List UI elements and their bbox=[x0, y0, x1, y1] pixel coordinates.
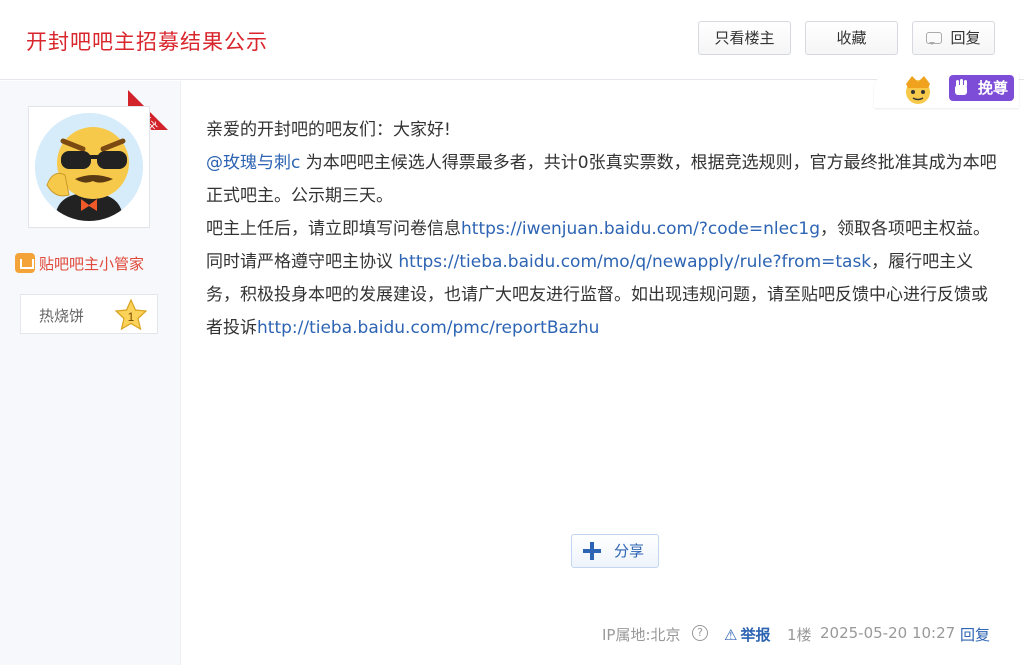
post-paragraph-2-text: 为本吧吧主候选人得票最多者，共计0张真实票数，根据竞选规则，官方最终批准其成为本… bbox=[206, 153, 997, 206]
avatar-image bbox=[35, 113, 143, 221]
post-paragraph-3: 吧主上任后，请立即填写问卷信息https://iwenjuan.baidu.co… bbox=[206, 213, 1002, 345]
report-label: 举报 bbox=[740, 626, 771, 644]
report-link[interactable]: ⚠ 举报 bbox=[724, 624, 770, 645]
help-icon[interactable]: ? bbox=[692, 625, 708, 641]
post-paragraph-2: @玫瑰与刺c 为本吧吧主候选人得票最多者，共计0张真实票数，根据竞选规则，官方最… bbox=[206, 147, 1002, 213]
post-content: 亲爱的开封吧的吧友们：大家好! @玫瑰与刺c 为本吧吧主候选人得票最多者，共计0… bbox=[206, 114, 1002, 345]
tieba-manager-label[interactable]: 贴吧吧主小管家 bbox=[15, 253, 144, 274]
star-level-icon: 1 bbox=[115, 299, 147, 331]
thread-title: 开封吧吧主招募结果公示 bbox=[26, 30, 268, 54]
tip-button[interactable]: 挽尊 bbox=[949, 75, 1014, 101]
only-louzhu-button[interactable]: 只看楼主 bbox=[698, 21, 791, 55]
badge-name: 热烧饼 bbox=[39, 307, 85, 325]
ip-location: IP属地:北京 bbox=[602, 626, 681, 644]
report-bazhu-link[interactable]: http://tieba.baidu.com/pmc/reportBazhu bbox=[257, 318, 599, 338]
manager-label-text: 贴吧吧主小管家 bbox=[39, 255, 145, 273]
questionnaire-link[interactable]: https://iwenjuan.baidu.com/?code=nlec1g bbox=[461, 219, 820, 239]
share-plus-icon bbox=[583, 542, 601, 560]
share-button[interactable]: 分享 bbox=[571, 534, 659, 568]
column-divider bbox=[180, 81, 181, 665]
reply-button-label: 回复 bbox=[950, 29, 981, 47]
floor-number: 1楼 bbox=[787, 626, 812, 644]
share-label: 分享 bbox=[614, 542, 645, 560]
user-mention-link[interactable]: @玫瑰与刺c bbox=[206, 153, 300, 173]
post-reply-link[interactable]: 回复 bbox=[960, 624, 990, 645]
tip-label: 挽尊 bbox=[977, 79, 1008, 97]
post-header: 开封吧吧主招募结果公示 只看楼主 收藏 回复 bbox=[0, 0, 1024, 80]
collect-button[interactable]: 收藏 bbox=[805, 21, 898, 55]
crown-icon bbox=[906, 76, 930, 104]
post-time: 2025-05-20 10:27 bbox=[820, 624, 956, 642]
badge-level: 1 bbox=[128, 310, 135, 324]
post-greeting: 亲爱的开封吧的吧友们：大家好! bbox=[206, 120, 451, 140]
hand-icon bbox=[955, 79, 967, 95]
sunglasses-emoji-icon bbox=[35, 113, 143, 221]
agreement-link[interactable]: https://tieba.baidu.com/mo/q/newapply/ru… bbox=[398, 252, 871, 272]
post-paragraph-3-text-1: 吧主上任后，请立即填写问卷信息 bbox=[206, 219, 461, 239]
comment-icon bbox=[926, 32, 943, 45]
post-flair: 挽尊 bbox=[874, 70, 1019, 108]
reply-button[interactable]: 回复 bbox=[912, 21, 995, 55]
avatar[interactable] bbox=[28, 106, 150, 228]
level-badge[interactable]: 热烧饼 1 bbox=[20, 294, 158, 334]
warning-icon: ⚠ bbox=[724, 626, 738, 644]
manager-icon bbox=[15, 253, 35, 273]
